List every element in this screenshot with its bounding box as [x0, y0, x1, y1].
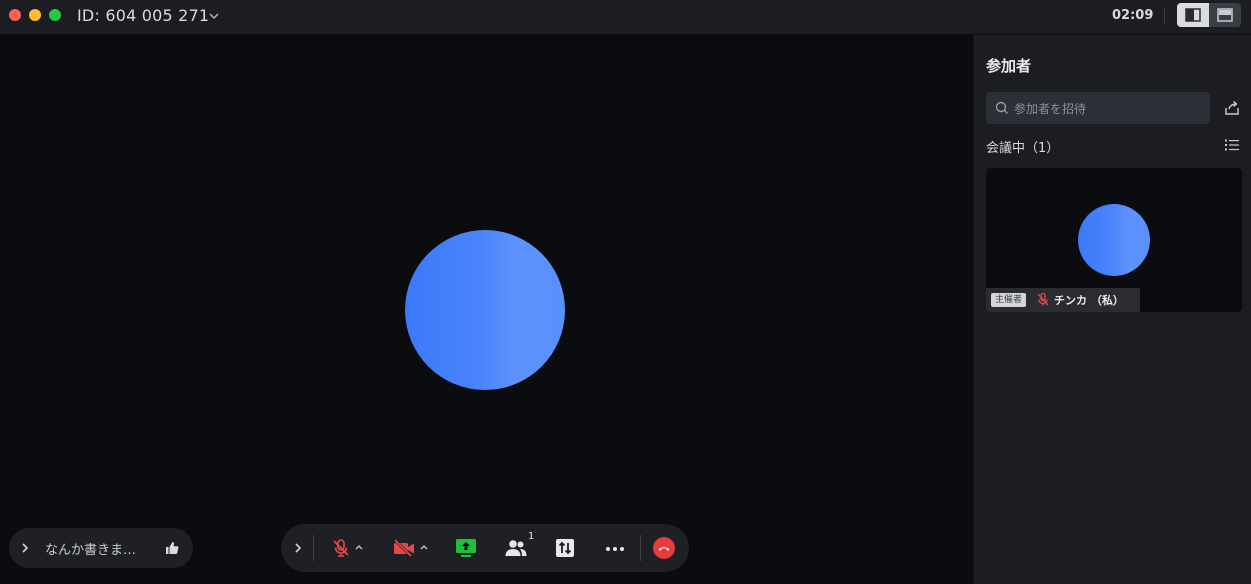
- hang-up-icon: [653, 537, 675, 559]
- meeting-toolbar: 1: [281, 524, 689, 572]
- in-meeting-count: 会議中（1）: [986, 141, 1060, 156]
- chevron-up-icon[interactable]: [420, 544, 428, 550]
- participants-panel: 参加者 会議中（1） 主催者 チンカ （私）: [973, 35, 1251, 584]
- leave-meeting-button[interactable]: [651, 524, 677, 572]
- main-video-stage: なんか書きま… 1: [0, 35, 973, 584]
- participants-icon: [505, 540, 527, 556]
- chat-input-placeholder[interactable]: なんか書きま…: [45, 539, 136, 558]
- floating-layout-icon: [1217, 8, 1233, 22]
- expand-toolbar-button[interactable]: [287, 524, 307, 572]
- participant-name-bar: 主催者 チンカ （私）: [986, 288, 1140, 312]
- share-screen-icon: [456, 539, 476, 557]
- chevron-up-icon[interactable]: [355, 544, 363, 550]
- microphone-muted-icon: [333, 539, 349, 557]
- minimize-window-button[interactable]: [29, 9, 41, 21]
- participant-avatar: [1078, 204, 1150, 276]
- sidebar-layout-button[interactable]: [1177, 3, 1209, 27]
- search-icon: [995, 101, 1008, 114]
- quick-chat-bar[interactable]: なんか書きま…: [9, 528, 193, 568]
- sidebar-layout-icon: [1185, 8, 1201, 22]
- more-dots-icon: [606, 547, 624, 551]
- title-bar: ID: 604 005 271 02:09: [0, 0, 1251, 35]
- list-view-icon[interactable]: [1224, 138, 1240, 152]
- share-icon[interactable]: [1224, 100, 1240, 116]
- participant-name: チンカ （私）: [1054, 294, 1124, 307]
- microphone-muted-icon: [1037, 292, 1049, 306]
- chevron-right-icon[interactable]: [18, 541, 32, 555]
- more-options-button[interactable]: [603, 524, 629, 572]
- meeting-id[interactable]: ID: 604 005 271: [77, 6, 209, 25]
- divider: [640, 535, 641, 561]
- invite-input[interactable]: [1012, 92, 1206, 126]
- panel-title: 参加者: [986, 57, 1032, 75]
- participants-count-badge: 1: [528, 531, 535, 542]
- camera-off-icon: [393, 538, 414, 558]
- participant-tile[interactable]: 主催者 チンカ （私）: [986, 168, 1242, 312]
- participants-button[interactable]: 1: [503, 524, 537, 572]
- speaker-avatar: [405, 230, 565, 390]
- close-window-button[interactable]: [9, 9, 21, 21]
- chevron-down-icon[interactable]: [207, 9, 221, 23]
- divider: [313, 535, 314, 561]
- meeting-timer: 02:09: [1112, 8, 1154, 23]
- floating-layout-button[interactable]: [1209, 3, 1241, 27]
- sort-arrows-icon: [556, 539, 574, 557]
- maximize-window-button[interactable]: [49, 9, 61, 21]
- chevron-right-icon: [295, 543, 302, 553]
- view-toggle: [1177, 3, 1241, 27]
- host-badge: 主催者: [991, 293, 1027, 307]
- thumbs-up-icon[interactable]: [163, 539, 181, 557]
- mute-button[interactable]: [327, 524, 367, 572]
- invite-search-box[interactable]: [986, 92, 1210, 126]
- share-screen-button[interactable]: [453, 524, 479, 572]
- divider: [1164, 8, 1165, 24]
- video-button[interactable]: [389, 524, 433, 572]
- apps-button[interactable]: [553, 524, 579, 572]
